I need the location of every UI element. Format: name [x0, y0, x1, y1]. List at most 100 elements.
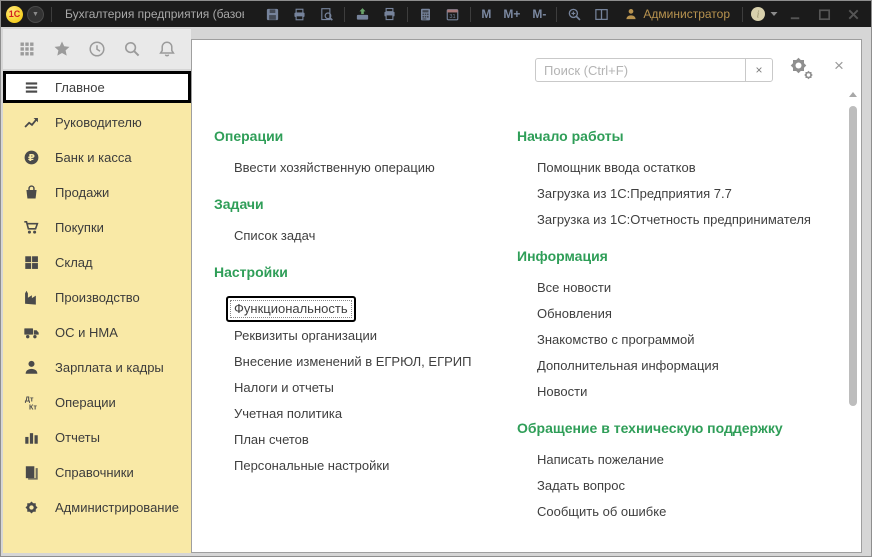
command-link[interactable]: Загрузка из 1С:Отчетность предпринимател…	[537, 212, 811, 228]
command-link[interactable]: Список задач	[234, 228, 315, 244]
svg-text:Дт: Дт	[24, 396, 33, 404]
print-icon[interactable]	[287, 4, 312, 24]
maximize-button[interactable]	[811, 5, 837, 23]
command-link[interactable]: Задать вопрос	[537, 478, 625, 494]
trend-icon	[22, 114, 40, 132]
section-title: Информация	[517, 248, 853, 264]
divider	[470, 7, 471, 22]
section-title: Операции	[214, 128, 510, 144]
command-link[interactable]: Персональные настройки	[234, 458, 389, 474]
print-preview-icon[interactable]	[314, 4, 339, 24]
zoom-icon[interactable]	[562, 4, 587, 24]
sidebar-item[interactable]: ДтКтОперации	[3, 385, 191, 420]
section-title: Настройки	[214, 264, 510, 280]
command-link[interactable]: Дополнительная информация	[537, 358, 719, 374]
sidebar-item-label: Покупки	[55, 220, 104, 235]
section: Информация Все новости Обновления Знакомств…	[517, 248, 853, 400]
save-icon[interactable]	[260, 4, 285, 24]
command-link[interactable]: Обновления	[537, 306, 612, 322]
calendar-icon[interactable]: 31	[440, 4, 465, 24]
factory-icon	[22, 289, 40, 307]
sidebar-item[interactable]: Справочники	[3, 455, 191, 490]
command-link[interactable]: План счетов	[234, 432, 309, 448]
calculator-icon[interactable]	[413, 4, 438, 24]
section-title: Обращение в техническую поддержку	[517, 420, 853, 436]
memory-mplus-button[interactable]: M+	[498, 7, 525, 21]
person-icon	[22, 359, 40, 377]
sidebar-item[interactable]: Покупки	[3, 210, 191, 245]
sidebar-item-label: Главное	[55, 80, 105, 95]
svg-text:Кт: Кт	[29, 403, 37, 411]
sidebar-toolbar	[3, 29, 191, 69]
gear-icon	[22, 499, 40, 517]
sidebar-item[interactable]: Продажи	[3, 175, 191, 210]
command-link[interactable]: Сообщить об ошибке	[537, 504, 666, 520]
command-link[interactable]: Все новости	[537, 280, 611, 296]
window-title: Бухгалтерия предприятия (базовая)... (1С…	[65, 7, 244, 21]
sidebar-item-label: Администрирование	[55, 500, 179, 515]
command-link[interactable]: Учетная политика	[234, 406, 342, 422]
divider	[51, 7, 52, 22]
sidebar-item[interactable]: Администрирование	[3, 490, 191, 525]
minimize-button[interactable]	[782, 5, 808, 23]
titlebar-toolbar: 31 MM+M-	[260, 4, 614, 24]
command-link[interactable]: Загрузка из 1С:Предприятия 7.7	[537, 186, 732, 202]
sidebar-item[interactable]: ₽ Банк и касса	[3, 140, 191, 175]
apps-grid-icon[interactable]	[17, 39, 37, 59]
warehouse-icon	[22, 254, 40, 272]
split-window-icon[interactable]	[589, 4, 614, 24]
memory-mminus-button[interactable]: M-	[527, 7, 551, 21]
bell-icon[interactable]	[157, 39, 177, 59]
command-link[interactable]: Помощник ввода остатков	[537, 160, 696, 176]
sidebar-item[interactable]: ОС и НМА	[3, 315, 191, 350]
menu-icon	[22, 78, 40, 96]
sidebar-item-glavnoe[interactable]: Главное	[3, 71, 191, 103]
current-user-button[interactable]: Администратор	[618, 7, 736, 21]
sidebar-item[interactable]: Производство	[3, 280, 191, 315]
panel-close-button[interactable]: ×	[829, 56, 849, 76]
command-link[interactable]: Знакомство с программой	[537, 332, 695, 348]
books-icon	[22, 464, 40, 482]
system-menu-button[interactable]: ▼	[27, 6, 44, 23]
search-icon[interactable]	[122, 39, 142, 59]
sidebar-item-label: Банк и касса	[55, 150, 132, 165]
svg-text:31: 31	[450, 14, 456, 20]
1c-logo-icon: 1С	[6, 6, 23, 23]
sidebar-item[interactable]: Склад	[3, 245, 191, 280]
info-menu-button[interactable]: i	[749, 5, 779, 23]
vertical-scrollbar[interactable]	[848, 86, 858, 548]
sidebar-item[interactable]: Зарплата и кадры	[3, 350, 191, 385]
user-icon	[624, 7, 638, 21]
section-title: Начало работы	[517, 128, 853, 144]
svg-text:₽: ₽	[28, 153, 35, 164]
command-link[interactable]: Написать пожелание	[537, 452, 664, 468]
command-link[interactable]: Внесение изменений в ЕГРЮЛ, ЕГРИП	[234, 354, 471, 370]
close-window-button[interactable]	[840, 5, 866, 23]
search-clear-button[interactable]: ×	[745, 59, 772, 81]
search-input[interactable]	[536, 59, 745, 81]
ruble-icon: ₽	[22, 149, 40, 167]
sidebar-item[interactable]: Отчеты	[3, 420, 191, 455]
sidebar-item-label: Зарплата и кадры	[55, 360, 164, 375]
section: Операции Ввести хозяйственную операцию	[214, 128, 510, 176]
star-icon[interactable]	[52, 39, 72, 59]
scrollbar-thumb[interactable]	[849, 106, 857, 406]
svg-text:i: i	[757, 10, 760, 21]
dtkt-icon: ДтКт	[22, 394, 40, 412]
command-link[interactable]: Ввести хозяйственную операцию	[234, 160, 435, 176]
command-link-highlighted[interactable]: Функциональность	[226, 296, 356, 322]
send-by-mail-icon[interactable]	[350, 4, 375, 24]
command-link[interactable]: Новости	[537, 384, 587, 400]
command-link[interactable]: Реквизиты организации	[234, 328, 377, 344]
sidebar-menu: Руководителю ₽ Банк и касса Продажи Покупки С…	[3, 103, 191, 553]
settings-gears-icon[interactable]	[786, 55, 816, 83]
print-current-icon[interactable]	[377, 4, 402, 24]
sidebar-item-label: Продажи	[55, 185, 109, 200]
history-icon[interactable]	[87, 39, 107, 59]
bag-icon	[22, 184, 40, 202]
truck-icon	[22, 324, 40, 342]
command-link[interactable]: Налоги и отчеты	[234, 380, 334, 396]
scroll-up-arrow-icon[interactable]	[849, 92, 857, 97]
sidebar-item[interactable]: Руководителю	[3, 105, 191, 140]
memory-m-button[interactable]: M	[476, 7, 496, 21]
